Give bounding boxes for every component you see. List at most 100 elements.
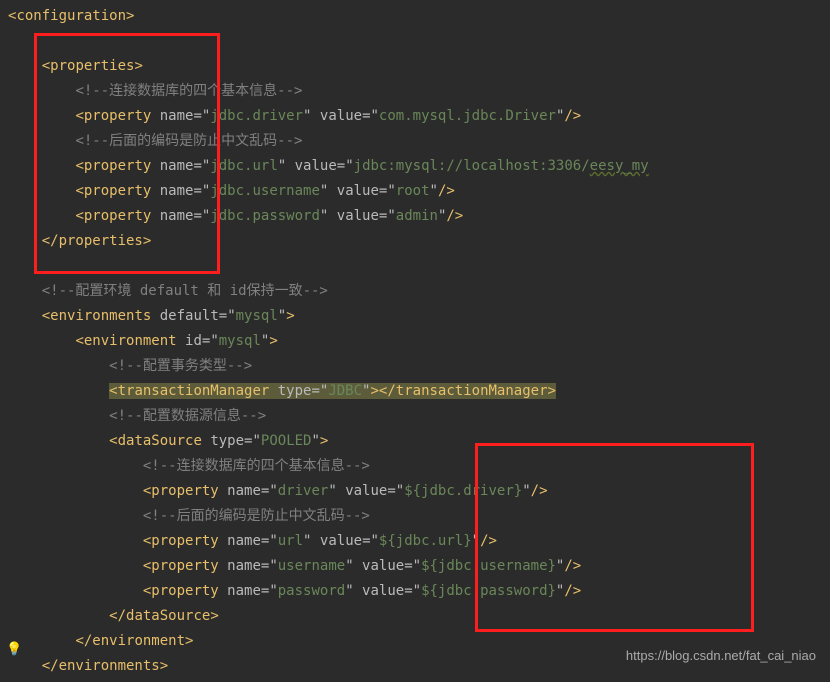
- token-attr-name: name: [227, 533, 261, 549]
- code-line[interactable]: <dataSource type="POOLED">: [8, 429, 830, 454]
- token-attr-eq: =": [311, 383, 328, 399]
- token-punct: >: [286, 308, 294, 324]
- code-line[interactable]: <!--配置数据源信息-->: [8, 404, 830, 429]
- token-punct: >: [134, 58, 142, 74]
- token-punct: <: [109, 383, 117, 399]
- code-line[interactable]: <property name="jdbc.driver" value="com.…: [8, 104, 830, 129]
- token-punct: >: [126, 8, 134, 24]
- token-punct: >: [160, 658, 168, 674]
- token-tag: dataSource: [126, 608, 210, 624]
- code-line[interactable]: [8, 254, 830, 279]
- code-line[interactable]: <property name="username" value="${jdbc.…: [8, 554, 830, 579]
- token-comment: <!--配置事务类型-->: [109, 358, 252, 374]
- token-attr-name: value: [337, 208, 379, 224]
- code-line[interactable]: <environment id="mysql">: [8, 329, 830, 354]
- token-attr-eq: =": [404, 583, 421, 599]
- token-tag: environments: [59, 658, 160, 674]
- token-tag: properties: [50, 58, 134, 74]
- token-punct: >: [269, 333, 277, 349]
- token-attr-val: root: [396, 183, 430, 199]
- code-line[interactable]: <!--连接数据库的四个基本信息-->: [8, 454, 830, 479]
- token-comment: <!--配置环境 default 和 id保持一致-->: [42, 283, 328, 299]
- token-attr-eq: =": [193, 183, 210, 199]
- token-plain: [151, 208, 159, 224]
- code-line[interactable]: <!--配置环境 default 和 id保持一致-->: [8, 279, 830, 304]
- code-line[interactable]: <properties>: [8, 54, 830, 79]
- token-attr-eq: =": [261, 533, 278, 549]
- code-line[interactable]: <transactionManager type="JDBC"></transa…: [8, 379, 830, 404]
- token-plain: [151, 108, 159, 124]
- code-line[interactable]: <property name="jdbc.url" value="jdbc:my…: [8, 154, 830, 179]
- token-punct: >: [548, 383, 556, 399]
- bulb-icon[interactable]: 💡: [6, 637, 22, 662]
- token-tag: environment: [84, 333, 177, 349]
- token-tag: property: [84, 183, 151, 199]
- token-attr-eq: =": [362, 533, 379, 549]
- token-attr-name: name: [160, 183, 194, 199]
- token-tag: property: [84, 208, 151, 224]
- token-punct: ></: [370, 383, 395, 399]
- code-editor[interactable]: <configuration> <properties> <!--连接数据库的四…: [0, 0, 830, 679]
- token-plain: [151, 158, 159, 174]
- token-attr-eq: =": [362, 108, 379, 124]
- code-line[interactable]: <!--配置事务类型-->: [8, 354, 830, 379]
- token-attr-eq: ": [303, 108, 320, 124]
- token-attr-val: ${jdbc.password}: [421, 583, 556, 599]
- token-comment: <!--配置数据源信息-->: [109, 408, 266, 424]
- token-attr-val: com.mysql.jdbc.Driver: [379, 108, 556, 124]
- code-line[interactable]: <configuration>: [8, 4, 830, 29]
- token-attr-eq: =": [261, 583, 278, 599]
- code-line[interactable]: <environments default="mysql">: [8, 304, 830, 329]
- token-punct: >: [320, 433, 328, 449]
- code-line[interactable]: <property name="password" value="${jdbc.…: [8, 579, 830, 604]
- code-line[interactable]: </properties>: [8, 229, 830, 254]
- token-attr-name: id: [185, 333, 202, 349]
- token-attr-eq: =": [202, 333, 219, 349]
- token-attr-name: value: [362, 558, 404, 574]
- code-line[interactable]: <!--连接数据库的四个基本信息-->: [8, 79, 830, 104]
- code-line[interactable]: </dataSource>: [8, 604, 830, 629]
- token-attr-val: mysql: [219, 333, 261, 349]
- token-attr-val: ${jdbc.driver}: [404, 483, 522, 499]
- token-attr-val: mysql: [236, 308, 278, 324]
- token-attr-name: name: [160, 108, 194, 124]
- token-attr-val: jdbc.url: [210, 158, 277, 174]
- token-attr-eq: ": [345, 558, 362, 574]
- token-punct: </: [42, 233, 59, 249]
- token-attr-eq: =": [379, 208, 396, 224]
- token-plain: [219, 583, 227, 599]
- token-punct: />: [564, 108, 581, 124]
- token-punct: <: [42, 308, 50, 324]
- token-comment: <!--连接数据库的四个基本信息-->: [75, 83, 302, 99]
- token-attr-name: default: [160, 308, 219, 324]
- token-tag: transactionManager: [396, 383, 548, 399]
- token-attr-name: name: [160, 158, 194, 174]
- token-tag: environments: [50, 308, 151, 324]
- code-line[interactable]: <property name="jdbc.username" value="ro…: [8, 179, 830, 204]
- token-attr-val: POOLED: [261, 433, 312, 449]
- token-tag: dataSource: [118, 433, 202, 449]
- token-punct: <: [109, 433, 117, 449]
- token-attr-eq: =": [261, 558, 278, 574]
- token-tag: property: [84, 108, 151, 124]
- code-line[interactable]: <!--后面的编码是防止中文乱码-->: [8, 129, 830, 154]
- token-plain: [177, 333, 185, 349]
- token-attr-name: value: [345, 483, 387, 499]
- code-line[interactable]: <!--后面的编码是防止中文乱码-->: [8, 504, 830, 529]
- code-line[interactable]: <property name="url" value="${jdbc.url}"…: [8, 529, 830, 554]
- token-attr-eq: ": [278, 308, 286, 324]
- token-punct: />: [446, 208, 463, 224]
- code-line[interactable]: [8, 29, 830, 54]
- code-line[interactable]: <property name="driver" value="${jdbc.dr…: [8, 479, 830, 504]
- token-punct: >: [143, 233, 151, 249]
- token-attr-name: type: [278, 383, 312, 399]
- token-punct: <: [75, 208, 83, 224]
- token-attr-val: url: [278, 533, 303, 549]
- token-attr-eq: ": [311, 433, 319, 449]
- token-attr-eq: =": [404, 558, 421, 574]
- token-tag: property: [151, 558, 218, 574]
- token-comment: <!--后面的编码是防止中文乱码-->: [75, 133, 302, 149]
- code-line[interactable]: <property name="jdbc.password" value="ad…: [8, 204, 830, 229]
- token-attr-name: value: [337, 183, 379, 199]
- token-attr-name: name: [227, 558, 261, 574]
